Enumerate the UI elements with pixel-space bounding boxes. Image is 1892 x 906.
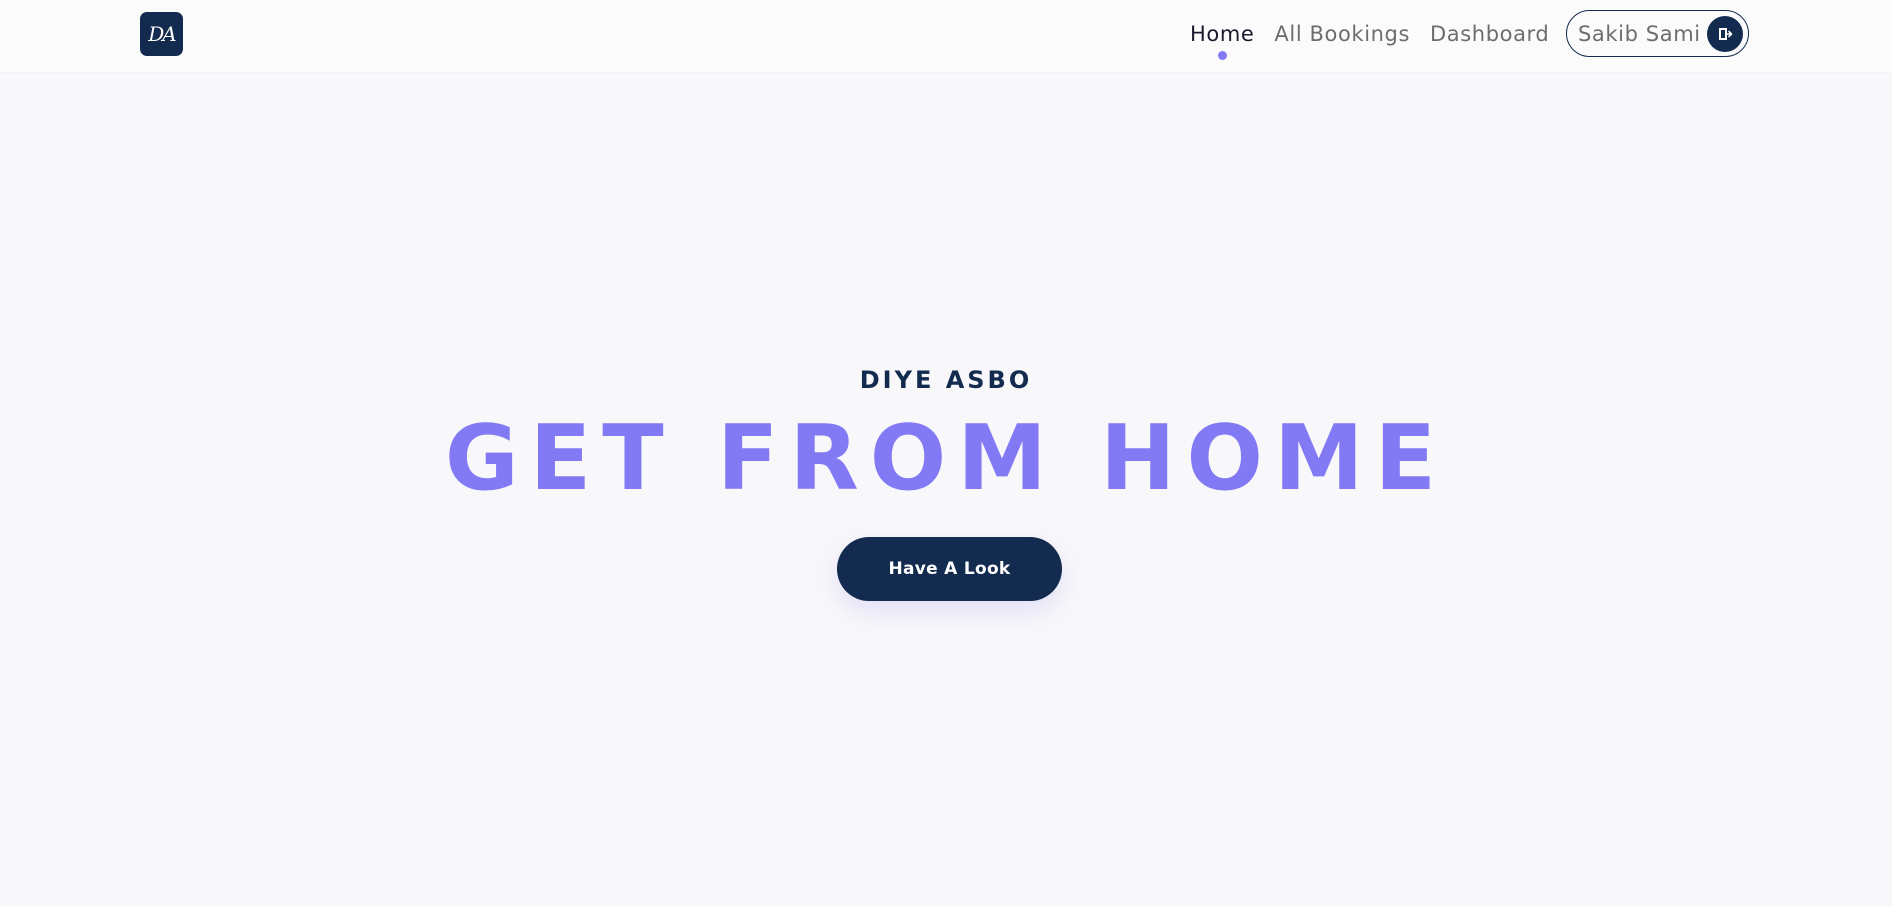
active-indicator-dot (1217, 51, 1227, 60)
nav-links: Home All Bookings Dashboard (1190, 18, 1569, 60)
user-name: Sakib Sami (1578, 21, 1701, 46)
user-menu[interactable]: Sakib Sami (1566, 10, 1749, 57)
nav-link-home[interactable]: Home (1190, 22, 1255, 60)
nav-link-home-label: Home (1190, 22, 1255, 46)
hero-subtitle: DIYE ASBO (859, 366, 1033, 394)
logout-door-icon (1719, 28, 1733, 40)
nav-link-all-bookings[interactable]: All Bookings (1274, 22, 1410, 46)
nav-link-all-bookings-label: All Bookings (1274, 22, 1411, 46)
have-a-look-button[interactable]: Have A Look (837, 537, 1062, 601)
navbar: DA Home All Bookings Dashboard Sakib Sam… (0, 0, 1892, 72)
logout-button[interactable] (1707, 16, 1743, 52)
brand-logo[interactable]: DA (140, 12, 183, 56)
nav-link-dashboard[interactable]: Dashboard (1430, 22, 1549, 46)
logo-text: DA (148, 22, 177, 46)
hero-title: GET FROM HOME (444, 406, 1448, 511)
nav-link-dashboard-label: Dashboard (1430, 22, 1550, 46)
hero-section: DIYE ASBO GET FROM HOME Have A Look (0, 72, 1892, 906)
